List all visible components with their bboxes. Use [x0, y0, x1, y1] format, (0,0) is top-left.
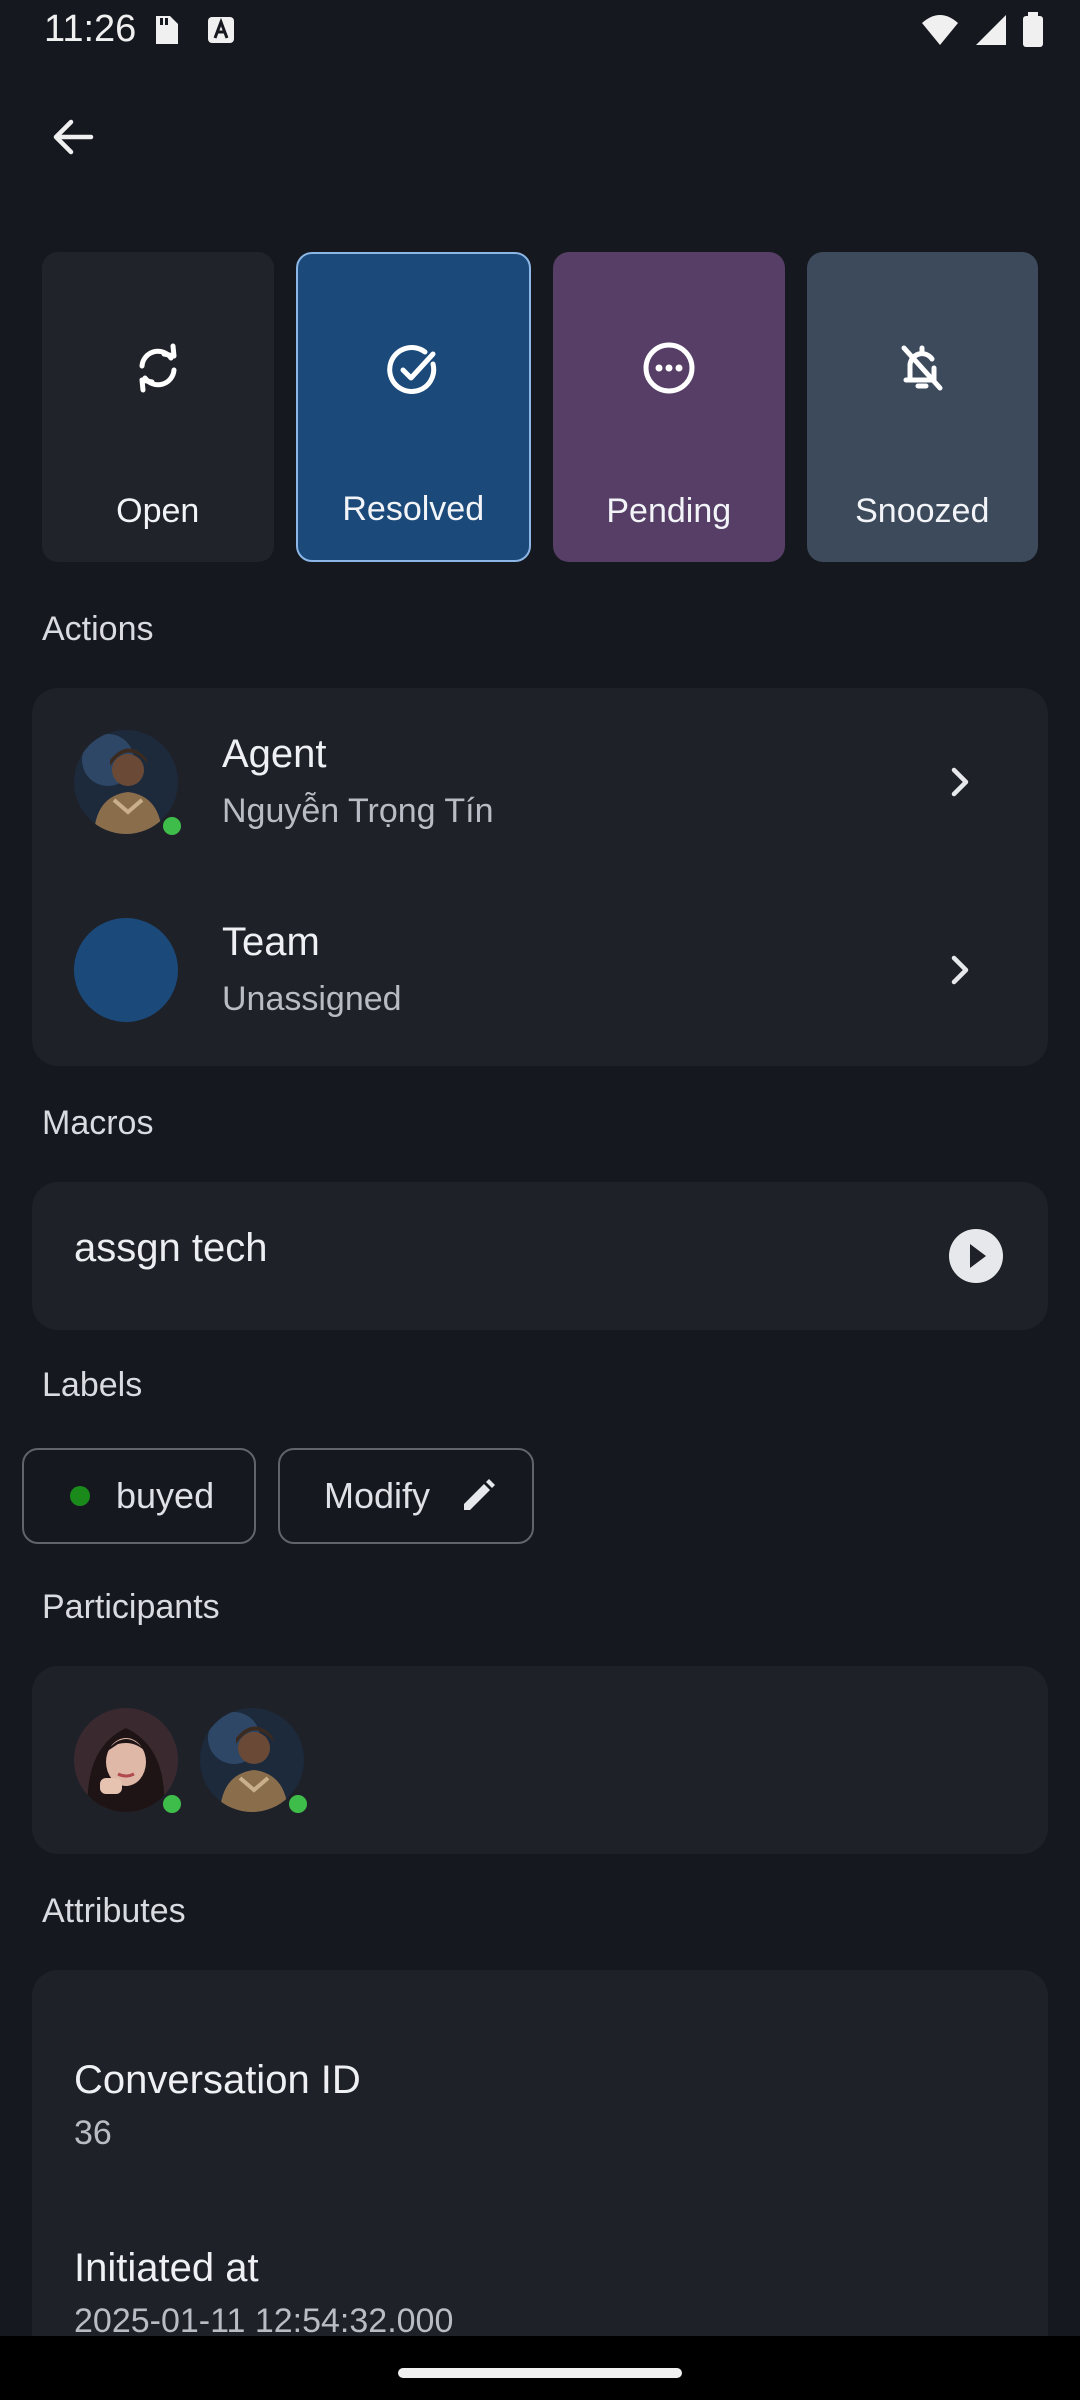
chevron-right-icon [951, 767, 969, 797]
attributes-panel: Conversation ID 36 Initiated at 2025-01-… [32, 1970, 1048, 2370]
bell-off-icon [901, 345, 943, 391]
status-resolved-card[interactable]: Resolved [295, 252, 531, 562]
status-snoozed-card[interactable]: Snoozed [806, 252, 1038, 562]
chevron-right-icon [951, 955, 969, 985]
text-a-icon [208, 17, 234, 43]
status-pending-label: Pending [606, 492, 732, 530]
agent-row[interactable]: Agent Nguyễn Trọng Tín [32, 688, 1048, 876]
system-navigation-bar [0, 2336, 1080, 2400]
participants-heading: Participants [42, 1588, 220, 1626]
check-circle-icon [387, 345, 437, 394]
team-value: Unassigned [222, 980, 402, 1018]
status-open-card[interactable]: Open [42, 252, 274, 562]
participants-panel [32, 1666, 1048, 1854]
agent-value: Nguyễn Trọng Tín [222, 792, 494, 830]
status-pending-card[interactable]: Pending [553, 252, 785, 562]
team-title: Team [222, 920, 320, 964]
participant-online-indicator [160, 1792, 184, 1816]
macros-heading: Macros [42, 1104, 154, 1142]
actions-panel: Agent Nguyễn Trọng Tín Team Unassigned [32, 688, 1048, 1066]
play-icon[interactable] [948, 1228, 1004, 1284]
pencil-icon [464, 1479, 496, 1510]
sd-card-icon [156, 16, 178, 44]
labels-heading: Labels [42, 1366, 143, 1404]
status-snoozed-label: Snoozed [855, 492, 990, 530]
macro-item[interactable]: assgn tech [32, 1182, 1048, 1330]
participant-online-indicator [286, 1792, 310, 1816]
status-selector: Open Resolved Pending Snoozed [42, 252, 1038, 562]
team-row[interactable]: Team Unassigned [32, 876, 1048, 1064]
modify-label-text: Modify [324, 1475, 431, 1516]
arrow-left-icon [53, 119, 94, 155]
status-resolved-label: Resolved [342, 490, 485, 528]
label-chip-buyed[interactable]: buyed [22, 1448, 256, 1544]
status-open-label: Open [116, 492, 200, 530]
more-circle-icon [643, 342, 695, 394]
attribute-value: 36 [74, 2114, 112, 2152]
macro-name: assgn tech [74, 1226, 268, 1270]
label-chip-text: buyed [116, 1475, 215, 1516]
attributes-heading: Attributes [42, 1892, 186, 1930]
agent-online-indicator [160, 814, 184, 838]
battery-icon [1023, 12, 1043, 47]
label-color-dot [70, 1486, 90, 1506]
refresh-icon [139, 343, 177, 393]
back-button[interactable] [36, 100, 110, 174]
home-gesture-handle[interactable] [398, 2368, 682, 2378]
attribute-title: Initiated at [74, 2246, 259, 2290]
wifi-icon [922, 15, 958, 45]
team-avatar [74, 918, 178, 1022]
attribute-title: Conversation ID [74, 2058, 361, 2102]
actions-heading: Actions [42, 610, 154, 648]
status-time: 11:26 [44, 8, 137, 50]
status-bar: 11:26 [0, 0, 1080, 60]
signal-icon [976, 15, 1006, 45]
agent-title: Agent [222, 732, 327, 776]
modify-labels-button[interactable]: Modify [278, 1448, 534, 1544]
